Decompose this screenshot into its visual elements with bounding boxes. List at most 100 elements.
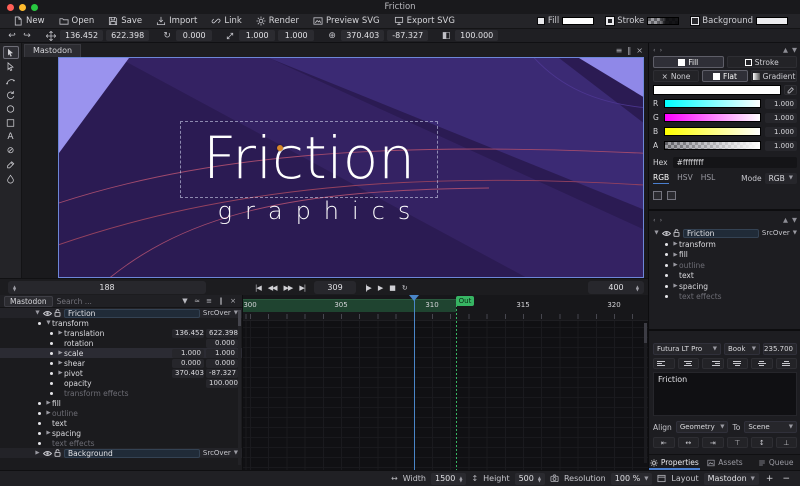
text-valign-top-button[interactable]: [727, 358, 749, 369]
expander-icon[interactable]: ▶: [672, 241, 679, 247]
toolbar-button-render[interactable]: Render: [249, 15, 306, 28]
scene-subheading-text[interactable]: graphics: [180, 197, 448, 225]
tab-properties[interactable]: Properties: [649, 455, 700, 470]
search-input[interactable]: [57, 297, 176, 306]
expander-icon[interactable]: ▶: [45, 430, 52, 436]
background-color-swatch[interactable]: [756, 17, 788, 25]
text-align-center-button[interactable]: [678, 358, 700, 369]
eye-icon[interactable]: [662, 230, 671, 237]
timeline-property-row[interactable]: ▶fill: [0, 398, 242, 408]
scene-tab-mastodon[interactable]: Mastodon: [24, 44, 81, 57]
object-name-field[interactable]: Friction: [64, 309, 200, 318]
play-from-start-button[interactable]: |▶: [364, 284, 372, 292]
close-icon[interactable]: ×: [228, 297, 238, 305]
keyframe-dot-icon[interactable]: [665, 253, 668, 256]
toolbar-button-link[interactable]: Link: [204, 15, 248, 28]
paint-type-flat-button[interactable]: Flat: [702, 70, 748, 82]
nav-back-icon[interactable]: ‹: [653, 216, 656, 224]
frame-end-spinner[interactable]: 400 ▲▼: [588, 281, 644, 294]
toolbar-button-save[interactable]: Save: [101, 15, 149, 28]
align-hcenter-button[interactable]: ↔: [678, 437, 700, 448]
lock-icon[interactable]: [673, 229, 680, 237]
scene-width-spinner[interactable]: 1500 ▲▼: [431, 473, 466, 485]
channel-B-value[interactable]: 1.000: [765, 127, 797, 137]
expander-icon[interactable]: ▶: [672, 262, 679, 268]
expander-icon[interactable]: ▶: [57, 350, 64, 356]
keyframe-dot-icon[interactable]: [38, 442, 41, 445]
collapse-icon[interactable]: ▲: [783, 216, 788, 224]
object-property-row[interactable]: ▶transform: [653, 239, 797, 250]
keyframe-dot-icon[interactable]: [665, 285, 668, 288]
text-align-left-button[interactable]: [653, 358, 675, 369]
stop-button[interactable]: ■: [388, 284, 396, 292]
timeline-object-row[interactable]: ▶BackgroundSrcOver▼: [0, 448, 242, 458]
font-style-dropdown[interactable]: Book ▼: [724, 343, 760, 355]
tab-queue[interactable]: Queue: [750, 455, 800, 470]
loop-button[interactable]: ↻: [401, 284, 408, 292]
current-color-bar[interactable]: [653, 85, 781, 95]
stroke-tab[interactable]: Stroke: [727, 56, 798, 68]
keyframe-dot-icon[interactable]: [665, 295, 668, 298]
fill-summary[interactable]: Fill: [537, 16, 594, 26]
expand-icon[interactable]: ▼: [792, 46, 797, 54]
timeline-property-row[interactable]: ▶scale1.0001.000: [0, 348, 242, 358]
tool-object-select[interactable]: [3, 46, 19, 59]
color-model-hsl-tab[interactable]: HSL: [701, 173, 716, 183]
lock-icon[interactable]: [54, 309, 61, 317]
keyframe-dot-icon[interactable]: [665, 264, 668, 267]
value-field[interactable]: 622.398: [206, 329, 238, 338]
skip-to-end-button[interactable]: ▶|: [298, 284, 306, 292]
tool-paint-tool[interactable]: [3, 172, 19, 185]
color-bookmark-swatch[interactable]: [653, 191, 662, 200]
keyframe-dot-icon[interactable]: [50, 392, 53, 395]
channel-B-slider[interactable]: [664, 127, 761, 136]
pivot-y-field[interactable]: -87.327: [387, 30, 428, 41]
playhead-handle[interactable]: [409, 295, 419, 301]
opacity-field[interactable]: 100.000: [455, 30, 498, 41]
spinner-arrows-icon[interactable]: ▲▼: [538, 476, 541, 482]
keyframe-dot-icon[interactable]: [50, 382, 53, 385]
align-top-button[interactable]: ⊤: [727, 437, 749, 448]
next-keyframe-button[interactable]: ▶▶: [283, 284, 294, 292]
keyframe-dot-icon[interactable]: [38, 422, 41, 425]
timeline-property-row[interactable]: ▶pivot370.403-87.327: [0, 368, 242, 378]
timeline-property-row[interactable]: text: [0, 418, 242, 428]
keyframe-dot-icon[interactable]: [50, 372, 53, 375]
collapse-icon[interactable]: ▲: [783, 46, 788, 54]
spinner-arrows-icon[interactable]: ▲▼: [459, 476, 462, 482]
keyframe-dot-icon[interactable]: [38, 402, 41, 405]
object-property-row[interactable]: text effects: [653, 292, 797, 303]
object-name-field[interactable]: Background: [64, 449, 200, 458]
minimize-window-button[interactable]: [19, 4, 26, 11]
keyframe-dot-icon[interactable]: [38, 432, 41, 435]
tree-scrollbar[interactable]: [238, 310, 241, 465]
tool-text-tool[interactable]: A: [3, 130, 19, 143]
tab-assets[interactable]: Assets: [700, 455, 751, 470]
frame-start-spinner[interactable]: ▲▼ 188: [8, 281, 206, 294]
text-align-right-button[interactable]: [702, 358, 724, 369]
keyframe-dot-icon[interactable]: [665, 274, 668, 277]
background-summary[interactable]: Background: [691, 16, 788, 26]
text-valign-middle-button[interactable]: [751, 358, 773, 369]
keyframe-dot-icon[interactable]: [50, 332, 53, 335]
tool-point-select[interactable]: [3, 60, 19, 73]
fill-tab[interactable]: Fill: [653, 56, 724, 68]
tool-color-dropper-tool[interactable]: [3, 158, 19, 171]
color-model-rgb-tab[interactable]: RGB: [653, 173, 669, 184]
expander-icon[interactable]: ▼: [34, 310, 41, 316]
value-field[interactable]: 1.000: [206, 349, 238, 358]
timeline-property-row[interactable]: opacity100.000: [0, 378, 242, 388]
scene-heading-text[interactable]: Friction: [180, 120, 438, 197]
scene-selector-button[interactable]: Mastodon: [4, 296, 53, 307]
eye-icon[interactable]: [43, 450, 52, 457]
blend-mode-dropdown[interactable]: SrcOver▼: [203, 309, 238, 317]
timeline-ruler[interactable]: 300305310315320: [243, 295, 648, 321]
toolbar-button-open[interactable]: Open: [52, 15, 102, 28]
resolution-dropdown[interactable]: 100 % ▼: [611, 473, 653, 485]
split-icon[interactable]: ‖: [216, 297, 226, 305]
out-marker-badge[interactable]: Out: [456, 296, 475, 306]
tool-curve-tool[interactable]: [3, 74, 19, 87]
font-size-field[interactable]: 235.700: [763, 343, 797, 355]
expander-icon[interactable]: ▶: [672, 252, 679, 258]
eyedropper-button[interactable]: [784, 85, 797, 95]
